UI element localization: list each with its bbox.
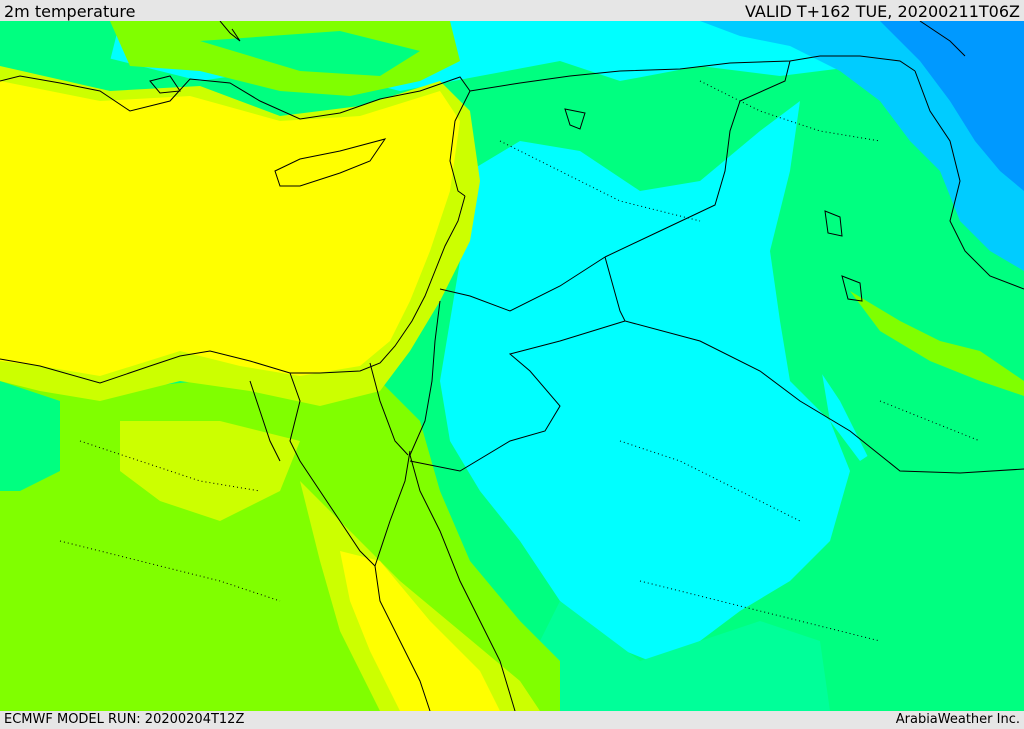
model-run-label: ECMWF MODEL RUN: 20200204T12Z <box>4 712 245 727</box>
footer-bar: ECMWF MODEL RUN: 20200204T12Z ArabiaWeat… <box>0 711 1024 729</box>
temperature-map-svg <box>0 21 1024 711</box>
header-bar: 2m temperature VALID T+162 TUE, 20200211… <box>0 0 1024 21</box>
weather-map-frame: 2m temperature VALID T+162 TUE, 20200211… <box>0 0 1024 729</box>
valid-time-label: VALID T+162 TUE, 20200211T06Z <box>744 2 1020 21</box>
mediterranean-yellow <box>0 81 460 376</box>
map-title: 2m temperature <box>4 2 136 21</box>
temperature-map[interactable] <box>0 21 1024 711</box>
credit-label: ArabiaWeather Inc. <box>895 712 1020 727</box>
